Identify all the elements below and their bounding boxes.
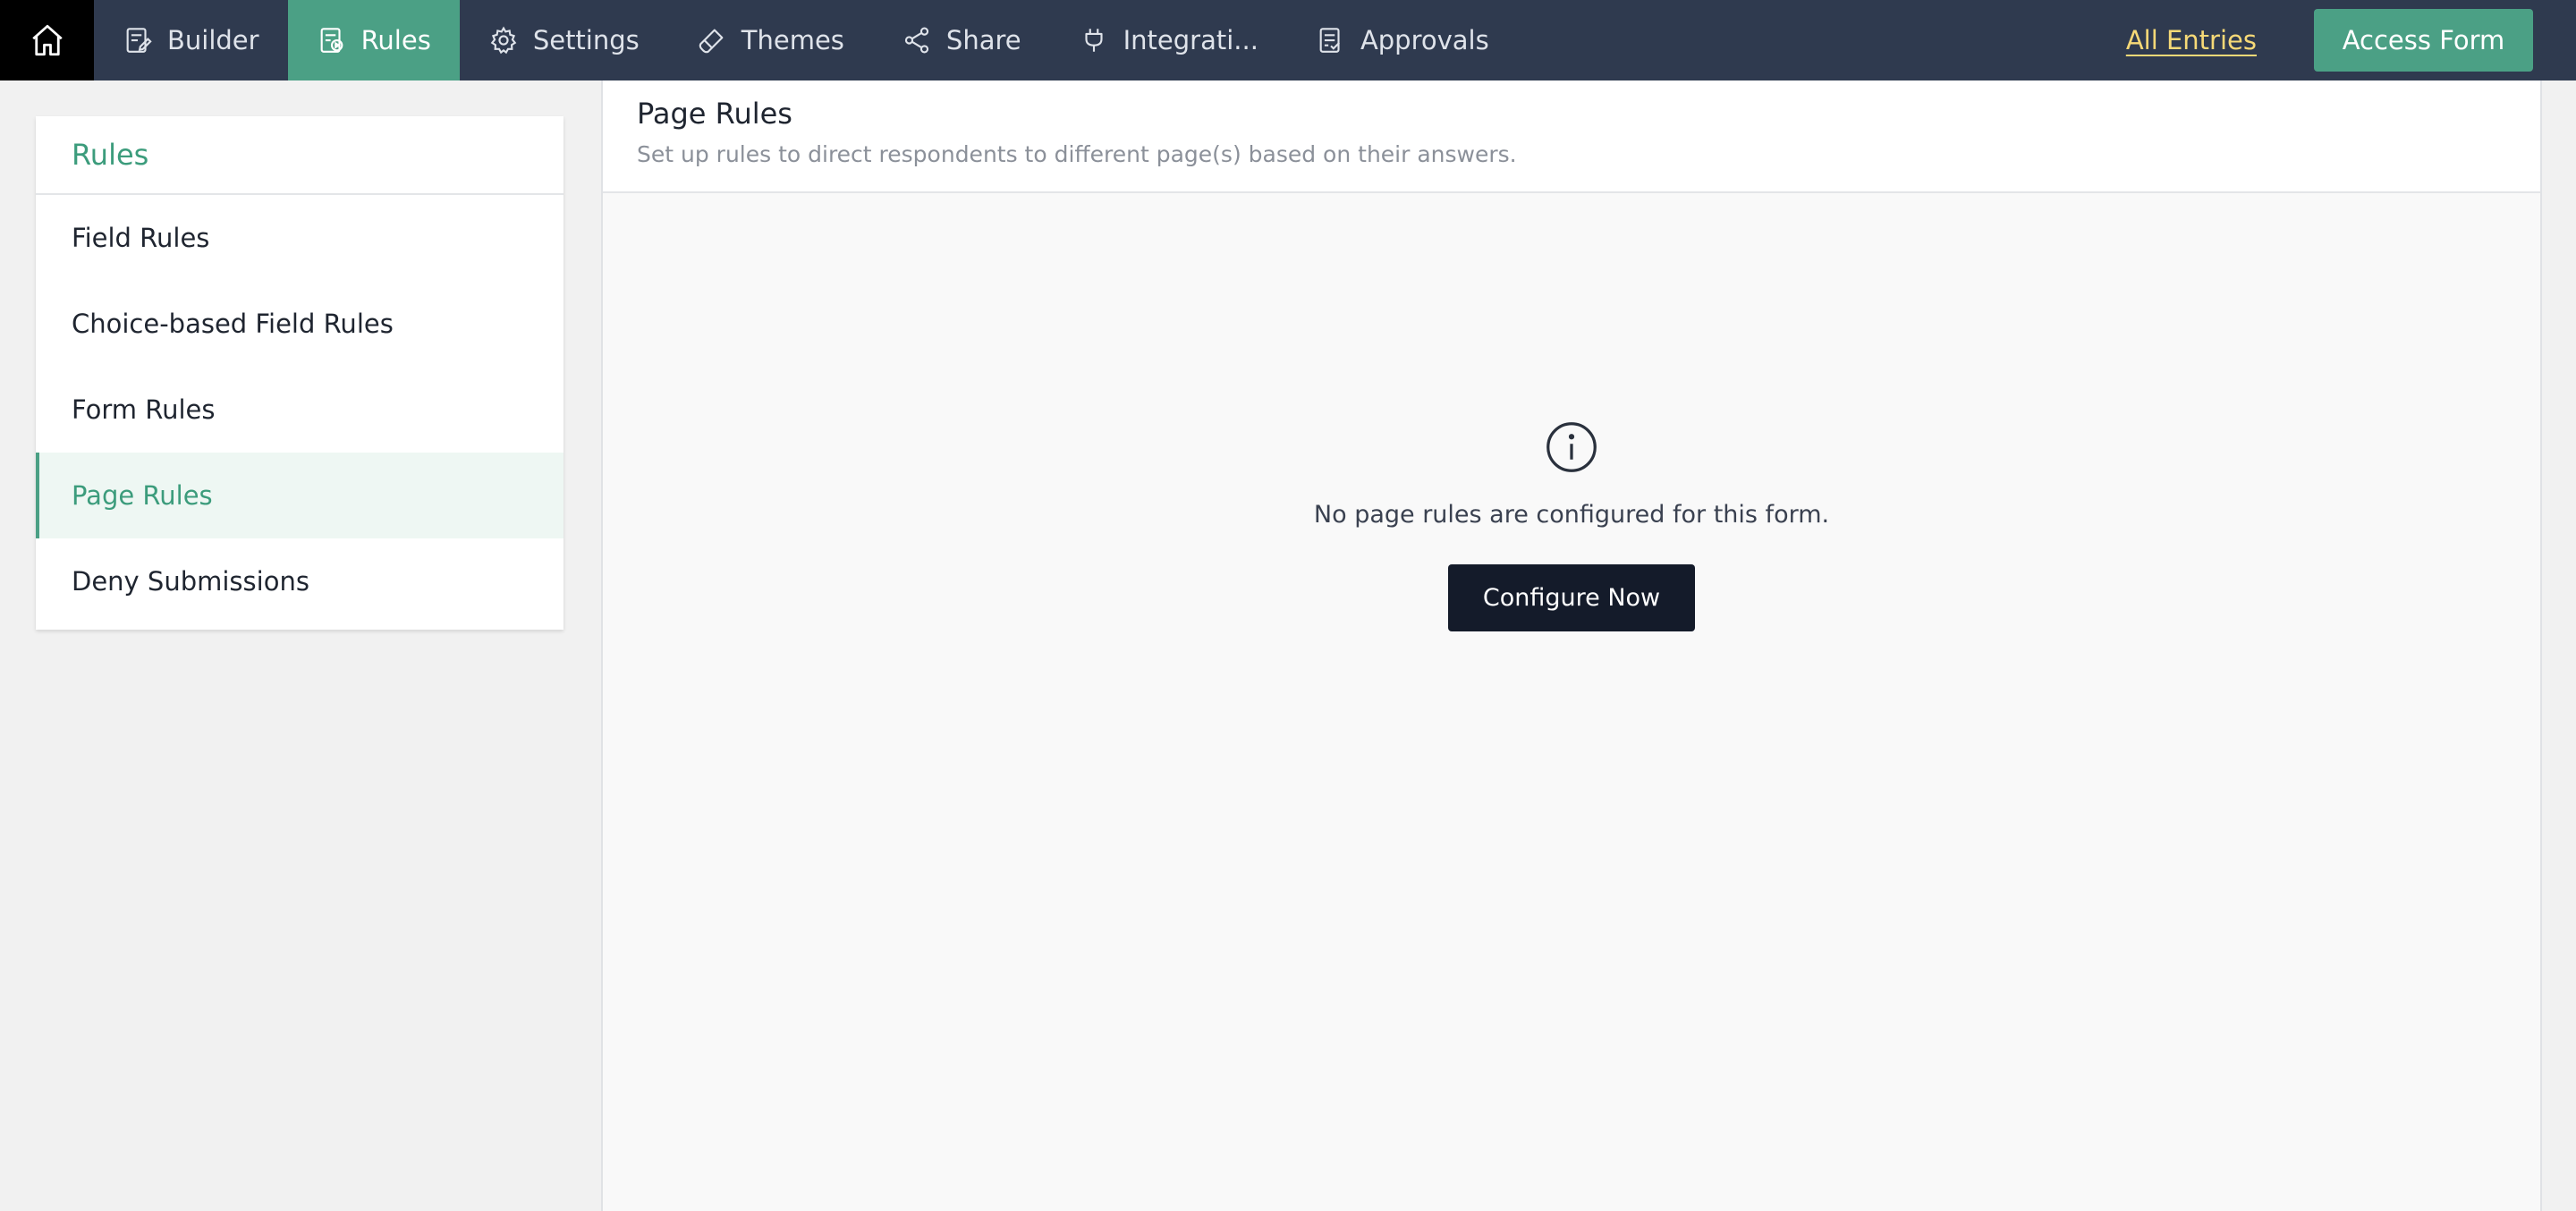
tab-share[interactable]: Share xyxy=(873,0,1050,80)
home-icon xyxy=(31,24,63,56)
page-subtitle: Set up rules to direct respondents to di… xyxy=(637,141,1517,167)
page-header: Page Rules Set up rules to direct respon… xyxy=(603,80,2540,193)
approvals-icon xyxy=(1319,28,1340,53)
builder-icon xyxy=(126,28,152,53)
brush-icon xyxy=(699,29,724,54)
sidebar-item-page-rules[interactable]: Page Rules xyxy=(36,453,564,538)
tab-integrations[interactable]: Integrati... xyxy=(1050,0,1287,80)
empty-state-message: No page rules are configured for this fo… xyxy=(1313,501,1830,529)
nav-actions: All Entries Access Form xyxy=(2126,0,2576,80)
tab-builder[interactable]: Builder xyxy=(94,0,288,80)
rules-icon xyxy=(320,28,343,53)
home-button[interactable] xyxy=(0,0,94,80)
main-panel: Page Rules Set up rules to direct respon… xyxy=(601,80,2542,1211)
sidebar-title: Rules xyxy=(36,116,564,195)
page-title: Page Rules xyxy=(637,97,792,131)
sidebar-item-field-rules[interactable]: Field Rules xyxy=(36,195,564,281)
tab-approvals-label: Approvals xyxy=(1360,25,1489,55)
plug-icon xyxy=(1085,29,1103,52)
all-entries-link[interactable]: All Entries xyxy=(2126,25,2257,55)
tab-settings[interactable]: Settings xyxy=(460,0,668,80)
empty-state: No page rules are configured for this fo… xyxy=(603,420,2540,631)
tab-rules[interactable]: Rules xyxy=(287,0,460,80)
rules-sidebar: Rules Field Rules Choice-based Field Rul… xyxy=(36,116,564,630)
tab-settings-label: Settings xyxy=(532,25,640,55)
sidebar-item-form-rules[interactable]: Form Rules xyxy=(36,367,564,453)
tab-builder-label: Builder xyxy=(167,25,259,55)
share-icon xyxy=(904,27,929,54)
access-form-button[interactable]: Access Form xyxy=(2314,9,2533,72)
tab-share-label: Share xyxy=(945,25,1021,55)
top-navigation-bar: Builder Rules Settings Themes Share Inte… xyxy=(0,0,2576,80)
tab-themes[interactable]: Themes xyxy=(668,0,873,80)
tab-themes-label: Themes xyxy=(741,25,844,55)
tab-integrations-label: Integrati... xyxy=(1123,25,1258,55)
gear-icon xyxy=(490,26,517,55)
configure-now-button[interactable]: Configure Now xyxy=(1448,564,1695,631)
sidebar-item-deny-submissions[interactable]: Deny Submissions xyxy=(36,538,564,624)
tab-rules-label: Rules xyxy=(360,25,431,55)
info-icon xyxy=(1545,420,1598,478)
sidebar-item-choice-based-field-rules[interactable]: Choice-based Field Rules xyxy=(36,281,564,367)
tab-approvals[interactable]: Approvals xyxy=(1287,0,1518,80)
